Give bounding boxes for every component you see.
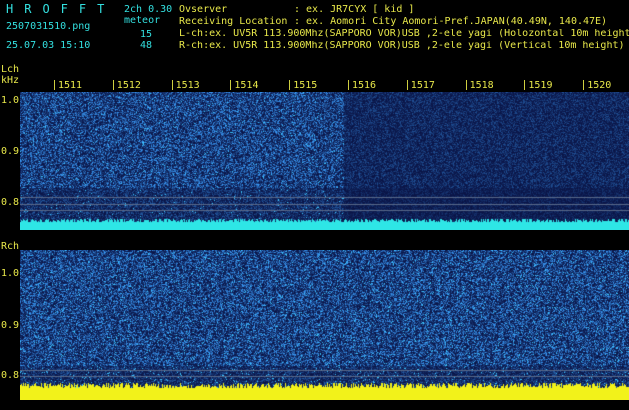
time-tick-mark [171,80,173,90]
time-tick-label: 1516 [352,80,377,91]
time-tick-label: 1514 [234,80,259,91]
mode-label: 2ch 0.30 [124,4,173,15]
time-tick-label: 1519 [528,80,553,91]
rch-ytick-label: 0.8 [1,370,20,381]
datetime: 25.07.03 15:10 [6,40,91,51]
rch-config-line: R-ch:ex. UV5R 113.900Mhz(SAPPORO VOR)USB… [179,41,625,51]
time-tick-label: 1520 [587,80,612,91]
time-tick-label: 1512 [116,80,141,91]
time-tick-mark [465,80,467,90]
time-tick-mark [583,80,585,90]
time-tick-label: 1515 [293,80,318,91]
lch-channel-label: Lch [1,64,20,75]
lch-ytick-label: 0.8 [1,197,20,208]
lch-unit-label: kHz [1,75,20,86]
time-tick-mark [112,80,114,90]
time-tick-label: 1511 [58,80,83,91]
time-tick-label: 1517 [410,80,435,91]
location-label: Receiving Location [179,16,288,27]
lch-config-line: L-ch:ex. UV5R 113.900Mhz(SAPPORO VOR)USB… [179,29,629,39]
meteor-count-lch: 15 [140,29,153,40]
observer-label: Ovserver [179,4,228,15]
lch-ytick-label: 1.0 [1,95,20,106]
lch-ytick-label: 0.9 [1,146,20,157]
time-tick-mark [406,80,408,90]
rch-ytick-label: 1.0 [1,268,20,279]
lch-spectrogram[interactable] [20,92,629,230]
rch-ytick-label: 0.9 [1,320,20,331]
time-tick-mark [54,80,55,90]
time-tick-mark [524,80,526,90]
time-tick-label: 1513 [175,80,200,91]
time-tick-mark [348,80,349,90]
observer-value: : ex. JR7CYX [ kid ] [294,4,415,15]
filename: 2507031510.png [6,21,91,32]
meteor-label: meteor [124,15,161,26]
app-title-letters: HROFFT [6,2,116,16]
time-tick-mark [230,80,232,90]
rch-spectrogram[interactable] [20,250,629,400]
time-tick-label: 1518 [469,80,494,91]
location-value: : ex. Aomori City Aomori-Pref.JAPAN(40.4… [294,16,608,27]
meteor-count-rch: 48 [140,40,153,51]
time-tick-mark [289,80,291,90]
rch-channel-label: Rch [1,241,20,252]
rch-spectrogram-canvas [20,250,629,400]
lch-spectrogram-canvas [20,92,629,230]
